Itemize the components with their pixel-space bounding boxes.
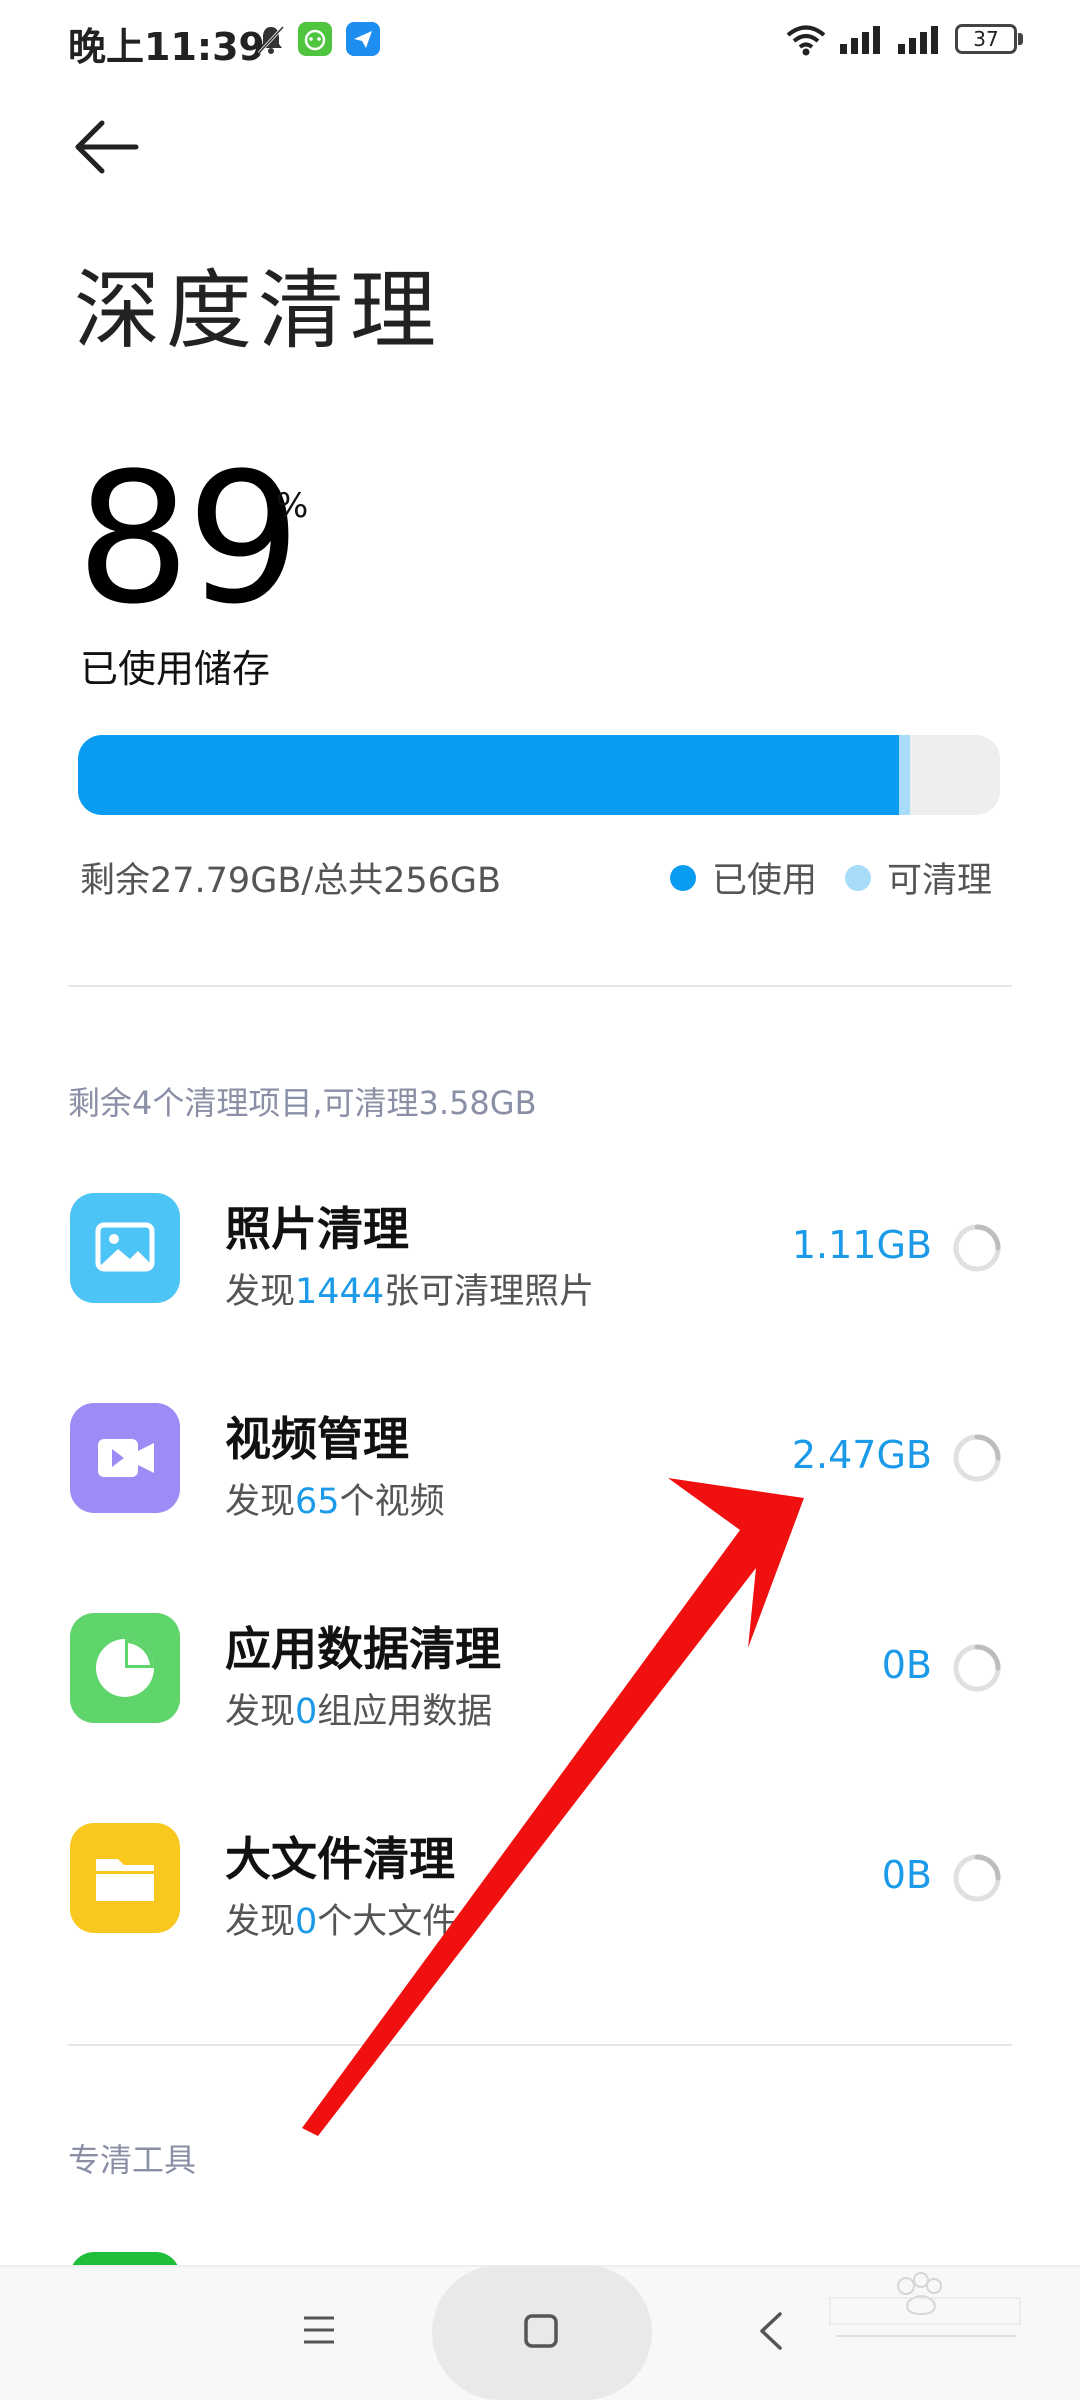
photo-icon [70,1193,180,1303]
item-size: 1.11GB [791,1223,932,1267]
item-desc: 发现1444张可清理照片 [225,1263,594,1314]
usage-percent-sign: % [276,486,309,526]
legend-used-label: 已使用 [712,861,818,901]
battery-tip [1018,33,1023,45]
item-desc-prefix: 发现 [225,1272,296,1312]
storage-bar-used [78,735,899,815]
item-desc: 发现0组应用数据 [225,1683,492,1734]
folder-icon [70,1823,180,1933]
signal-icon [840,26,880,54]
list-item-large-file-cleanup[interactable]: 大文件清理 发现0个大文件 0B [0,1793,1080,1973]
signal-icon [898,26,938,54]
list-item-app-data-cleanup[interactable]: 应用数据清理 发现0组应用数据 0B [0,1583,1080,1763]
tools-section-title: 专清工具 [68,2141,197,2179]
storage-progress-bar [78,735,1000,815]
status-time: 晚上11:39 [68,25,265,69]
divider [68,985,1012,987]
item-desc-count: 0 [295,1902,318,1942]
item-title: 应用数据清理 [225,1622,501,1676]
usage-label: 已使用储存 [80,647,271,691]
wifi-icon [786,25,826,56]
legend-cleanable: 可清理 [845,852,992,903]
status-bar: 晚上11:39 37 [0,0,1080,80]
item-desc-suffix: 个大文件 [317,1902,458,1942]
send-icon [346,22,380,56]
item-title: 视频管理 [225,1412,409,1466]
back-icon[interactable] [756,2310,786,2352]
item-desc-suffix: 组应用数据 [317,1692,493,1732]
item-title: 照片清理 [225,1202,409,1256]
item-desc-suffix: 张可清理照片 [384,1272,595,1312]
legend-cleanable-label: 可清理 [887,861,993,901]
watermark-logo [829,2272,1021,2337]
divider [68,2044,1012,2046]
usage-percent: 89 [76,435,301,644]
legend-used-dot [670,864,696,891]
item-desc-prefix: 发现 [225,1482,296,1522]
mute-bell-icon [257,25,285,55]
menu-icon[interactable] [300,2312,338,2348]
item-desc: 发现0个大文件 [225,1893,457,1944]
pie-chart-icon [70,1613,180,1723]
loading-spinner-icon [953,1224,1001,1272]
battery-icon: 37 [955,24,1017,54]
legend-used: 已使用 [670,852,817,903]
legend-cleanable-dot [845,864,871,891]
home-icon[interactable] [522,2312,560,2350]
item-size: 0B [881,1643,932,1687]
item-desc-prefix: 发现 [225,1692,296,1732]
app-notification-icon [298,22,332,56]
item-size: 2.47GB [791,1433,932,1477]
item-desc-count: 65 [295,1482,340,1522]
deep-clean-screen: 晚上11:39 37 深度清理 89 % 已使用储存 剩余27.79GB/总共2… [0,0,1080,2400]
battery-level: 37 [973,27,999,51]
item-desc-prefix: 发现 [225,1902,296,1942]
loading-spinner-icon [953,1434,1001,1482]
page-title: 深度清理 [74,261,442,361]
video-icon [70,1403,180,1513]
item-desc: 发现65个视频 [225,1473,445,1524]
cleanup-section-title: 剩余4个清理项目,可清理3.58GB [68,1084,537,1122]
item-desc-count: 1444 [295,1272,385,1312]
item-title: 大文件清理 [225,1832,455,1886]
list-item-photo-cleanup[interactable]: 照片清理 发现1444张可清理照片 1.11GB [0,1163,1080,1343]
storage-bar-cleanable [898,735,910,815]
item-desc-suffix: 个视频 [339,1482,445,1522]
loading-spinner-icon [953,1854,1001,1902]
back-arrow-icon[interactable] [72,115,142,180]
loading-spinner-icon [953,1644,1001,1692]
item-size: 0B [881,1853,932,1897]
item-desc-count: 0 [295,1692,318,1732]
storage-summary: 剩余27.79GB/总共256GB [80,861,502,901]
list-item-video-management[interactable]: 视频管理 发现65个视频 2.47GB [0,1373,1080,1553]
